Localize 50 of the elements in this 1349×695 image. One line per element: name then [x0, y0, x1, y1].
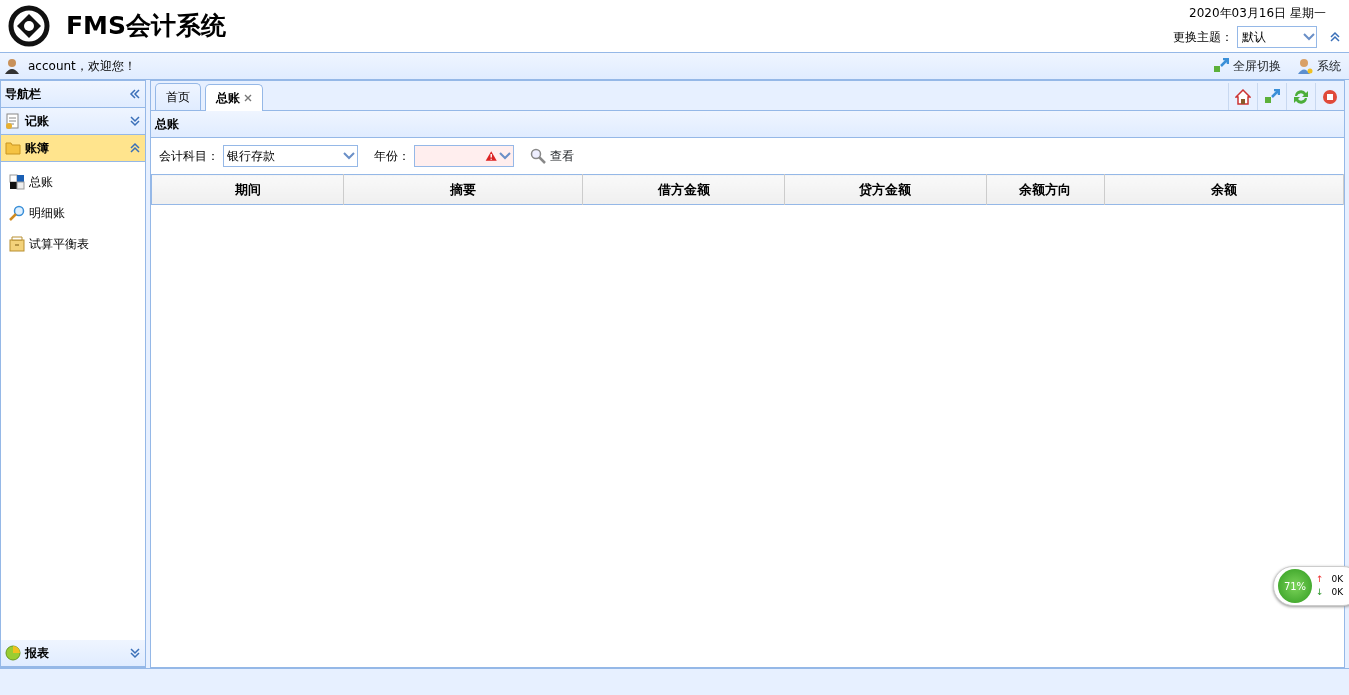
date-text: 2020年03月16日 星期一	[1189, 5, 1326, 22]
fullscreen-icon[interactable]	[1264, 88, 1280, 105]
expand-down-icon[interactable]	[129, 647, 141, 659]
select-field[interactable]	[414, 145, 514, 167]
collapse-up-icon[interactable]	[129, 142, 141, 154]
theme-select[interactable]: 默认	[1237, 26, 1317, 48]
greeting-text: account，欢迎您！	[28, 58, 136, 75]
tab[interactable]: 首页	[155, 83, 201, 110]
document-icon	[5, 113, 21, 129]
select-field[interactable]: 银行存款	[223, 145, 358, 167]
column-header[interactable]: 摘要	[343, 174, 583, 205]
toolbar-link[interactable]: 全屏切换	[1213, 57, 1281, 75]
drawer-icon	[9, 235, 25, 252]
tab[interactable]: 总账	[205, 84, 263, 111]
theme-label: 更换主题：	[1173, 29, 1233, 46]
stop-icon[interactable]	[1322, 88, 1338, 105]
sidebar-item[interactable]: 明细账	[1, 197, 145, 228]
column-header[interactable]: 贷方金额	[784, 174, 987, 205]
column-header[interactable]: 余额方向	[986, 174, 1105, 205]
text-input[interactable]: 银行存款	[224, 147, 341, 165]
close-icon[interactable]	[244, 94, 252, 102]
column-header[interactable]: 期间	[151, 174, 344, 205]
panel-title: 总账	[155, 116, 179, 133]
grid-icon	[9, 173, 25, 190]
app-title: FMS会计系统	[66, 10, 226, 43]
column-header[interactable]: 余额	[1104, 174, 1344, 205]
collapse-icon[interactable]	[1329, 31, 1341, 43]
toolbar-link[interactable]: 系统	[1297, 57, 1341, 75]
field-label: 年份：	[374, 148, 410, 165]
home-icon[interactable]	[1235, 88, 1251, 105]
pie-chart-icon	[5, 645, 21, 661]
sidebar-item[interactable]: 总账	[1, 166, 145, 197]
sidebar-item[interactable]: 试算平衡表	[1, 228, 145, 259]
field-label: 会计科目：	[159, 148, 219, 165]
search-icon	[530, 148, 546, 164]
fullscreen-icon	[1213, 58, 1229, 74]
expand-down-icon[interactable]	[129, 115, 141, 127]
search-button[interactable]: 查看	[530, 147, 574, 165]
accordion-header[interactable]: 账簿	[1, 135, 145, 162]
network-speed-widget: 71% ↑ 0K ↓ 0K	[1273, 566, 1349, 606]
logo-icon	[8, 5, 50, 47]
column-header[interactable]: 借方金额	[582, 174, 785, 205]
folder-icon	[5, 140, 21, 156]
collapse-left-icon[interactable]	[129, 88, 141, 100]
refresh-icon[interactable]	[1293, 88, 1309, 105]
sidebar-title: 导航栏	[5, 86, 41, 103]
accordion-header[interactable]: 报表	[1, 640, 145, 667]
accordion-header[interactable]: 记账	[1, 108, 145, 135]
user-icon	[4, 58, 20, 74]
magnifier-icon	[9, 204, 25, 221]
